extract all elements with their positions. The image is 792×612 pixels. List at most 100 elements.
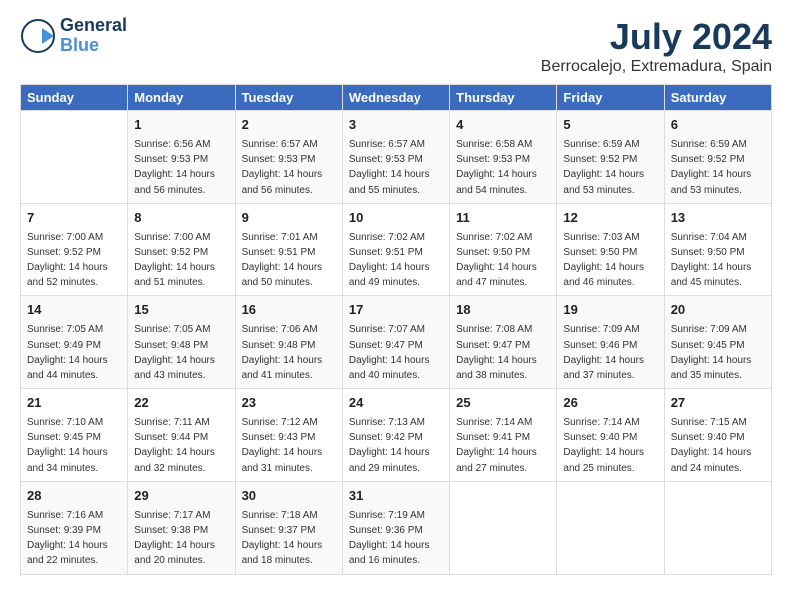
day-number: 10: [349, 209, 443, 228]
day-number: 16: [242, 301, 336, 320]
day-number: 18: [456, 301, 550, 320]
day-info: Sunrise: 6:59 AM Sunset: 9:52 PM Dayligh…: [563, 139, 644, 196]
day-number: 1: [134, 116, 228, 135]
day-info: Sunrise: 6:56 AM Sunset: 9:53 PM Dayligh…: [134, 139, 215, 196]
day-number: 22: [134, 394, 228, 413]
calendar-day-10: 10 Sunrise: 7:02 AM Sunset: 9:51 PM Dayli…: [342, 203, 449, 296]
day-info: Sunrise: 7:05 AM Sunset: 9:48 PM Dayligh…: [134, 324, 215, 381]
calendar-day-13: 13 Sunrise: 7:04 AM Sunset: 9:50 PM Dayli…: [664, 203, 771, 296]
weekday-monday: Monday: [128, 85, 235, 111]
day-info: Sunrise: 7:19 AM Sunset: 9:36 PM Dayligh…: [349, 510, 430, 567]
day-info: Sunrise: 7:07 AM Sunset: 9:47 PM Dayligh…: [349, 324, 430, 381]
calendar-day-24: 24 Sunrise: 7:13 AM Sunset: 9:42 PM Dayli…: [342, 389, 449, 482]
day-info: Sunrise: 7:16 AM Sunset: 9:39 PM Dayligh…: [27, 510, 108, 567]
calendar-week-row: 7Sunrise: 7:00 AM Sunset: 9:52 PM Daylig…: [21, 203, 772, 296]
day-info: Sunrise: 7:02 AM Sunset: 9:50 PM Dayligh…: [456, 232, 537, 289]
calendar-day-2: 2 Sunrise: 6:57 AM Sunset: 9:53 PM Daylig…: [235, 111, 342, 204]
day-number: 8: [134, 209, 228, 228]
calendar-day-empty: [664, 481, 771, 574]
calendar-body: 1 Sunrise: 6:56 AM Sunset: 9:53 PM Daylig…: [21, 111, 772, 575]
calendar-day-15: 15Sunrise: 7:05 AM Sunset: 9:48 PM Dayli…: [128, 296, 235, 389]
day-info: Sunrise: 7:12 AM Sunset: 9:43 PM Dayligh…: [242, 417, 323, 474]
calendar-day-11: 11 Sunrise: 7:02 AM Sunset: 9:50 PM Dayli…: [450, 203, 557, 296]
calendar-day-27: 27Sunrise: 7:15 AM Sunset: 9:40 PM Dayli…: [664, 389, 771, 482]
day-number: 11: [456, 209, 550, 228]
weekday-row: SundayMondayTuesdayWednesdayThursdayFrid…: [21, 85, 772, 111]
day-number: 5: [563, 116, 657, 135]
day-number: 24: [349, 394, 443, 413]
logo-text: General: [60, 16, 127, 36]
day-info: Sunrise: 7:13 AM Sunset: 9:42 PM Dayligh…: [349, 417, 430, 474]
calendar-day-29: 29Sunrise: 7:17 AM Sunset: 9:38 PM Dayli…: [128, 481, 235, 574]
day-number: 2: [242, 116, 336, 135]
calendar-day-25: 25Sunrise: 7:14 AM Sunset: 9:41 PM Dayli…: [450, 389, 557, 482]
day-number: 28: [27, 487, 121, 506]
day-number: 17: [349, 301, 443, 320]
logo: General Blue: [20, 16, 127, 56]
calendar-week-row: 28 Sunrise: 7:16 AM Sunset: 9:39 PM Dayli…: [21, 481, 772, 574]
calendar-day-6: 6Sunrise: 6:59 AM Sunset: 9:52 PM Daylig…: [664, 111, 771, 204]
calendar-header: SundayMondayTuesdayWednesdayThursdayFrid…: [21, 85, 772, 111]
weekday-saturday: Saturday: [664, 85, 771, 111]
day-info: Sunrise: 7:11 AM Sunset: 9:44 PM Dayligh…: [134, 417, 215, 474]
day-info: Sunrise: 7:00 AM Sunset: 9:52 PM Dayligh…: [27, 232, 108, 289]
day-info: Sunrise: 7:06 AM Sunset: 9:48 PM Dayligh…: [242, 324, 323, 381]
day-number: 21: [27, 394, 121, 413]
calendar-day-9: 9Sunrise: 7:01 AM Sunset: 9:51 PM Daylig…: [235, 203, 342, 296]
day-number: 13: [671, 209, 765, 228]
calendar-day-12: 12 Sunrise: 7:03 AM Sunset: 9:50 PM Dayli…: [557, 203, 664, 296]
weekday-wednesday: Wednesday: [342, 85, 449, 111]
calendar-day-26: 26 Sunrise: 7:14 AM Sunset: 9:40 PM Dayli…: [557, 389, 664, 482]
calendar-week-row: 14Sunrise: 7:05 AM Sunset: 9:49 PM Dayli…: [21, 296, 772, 389]
day-info: Sunrise: 7:03 AM Sunset: 9:50 PM Dayligh…: [563, 232, 644, 289]
day-info: Sunrise: 6:58 AM Sunset: 9:53 PM Dayligh…: [456, 139, 537, 196]
day-number: 23: [242, 394, 336, 413]
day-info: Sunrise: 7:15 AM Sunset: 9:40 PM Dayligh…: [671, 417, 752, 474]
day-info: Sunrise: 7:01 AM Sunset: 9:51 PM Dayligh…: [242, 232, 323, 289]
weekday-tuesday: Tuesday: [235, 85, 342, 111]
day-number: 19: [563, 301, 657, 320]
day-info: Sunrise: 7:04 AM Sunset: 9:50 PM Dayligh…: [671, 232, 752, 289]
day-number: 26: [563, 394, 657, 413]
day-number: 3: [349, 116, 443, 135]
location: Berrocalejo, Extremadura, Spain: [541, 58, 772, 76]
calendar-day-7: 7Sunrise: 7:00 AM Sunset: 9:52 PM Daylig…: [21, 203, 128, 296]
calendar-day-3: 3 Sunrise: 6:57 AM Sunset: 9:53 PM Daylig…: [342, 111, 449, 204]
day-info: Sunrise: 7:02 AM Sunset: 9:51 PM Dayligh…: [349, 232, 430, 289]
calendar-day-8: 8Sunrise: 7:00 AM Sunset: 9:52 PM Daylig…: [128, 203, 235, 296]
page-container: General Blue July 2024 Berrocalejo, Extr…: [0, 0, 792, 585]
calendar-day-1: 1 Sunrise: 6:56 AM Sunset: 9:53 PM Daylig…: [128, 111, 235, 204]
calendar-day-19: 19Sunrise: 7:09 AM Sunset: 9:46 PM Dayli…: [557, 296, 664, 389]
calendar-day-empty: [21, 111, 128, 204]
calendar-day-14: 14Sunrise: 7:05 AM Sunset: 9:49 PM Dayli…: [21, 296, 128, 389]
day-info: Sunrise: 7:18 AM Sunset: 9:37 PM Dayligh…: [242, 510, 323, 567]
calendar-day-4: 4 Sunrise: 6:58 AM Sunset: 9:53 PM Daylig…: [450, 111, 557, 204]
calendar-week-row: 1 Sunrise: 6:56 AM Sunset: 9:53 PM Daylig…: [21, 111, 772, 204]
day-number: 12: [563, 209, 657, 228]
day-number: 29: [134, 487, 228, 506]
month-title: July 2024: [541, 16, 772, 58]
logo-icon: [20, 18, 56, 54]
calendar-week-row: 21 Sunrise: 7:10 AM Sunset: 9:45 PM Dayli…: [21, 389, 772, 482]
logo-blue-text: Blue: [60, 36, 127, 56]
weekday-thursday: Thursday: [450, 85, 557, 111]
calendar-day-28: 28 Sunrise: 7:16 AM Sunset: 9:39 PM Dayli…: [21, 481, 128, 574]
day-info: Sunrise: 6:59 AM Sunset: 9:52 PM Dayligh…: [671, 139, 752, 196]
day-info: Sunrise: 7:14 AM Sunset: 9:40 PM Dayligh…: [563, 417, 644, 474]
calendar-day-23: 23 Sunrise: 7:12 AM Sunset: 9:43 PM Dayli…: [235, 389, 342, 482]
day-info: Sunrise: 7:14 AM Sunset: 9:41 PM Dayligh…: [456, 417, 537, 474]
day-info: Sunrise: 6:57 AM Sunset: 9:53 PM Dayligh…: [242, 139, 323, 196]
day-number: 31: [349, 487, 443, 506]
title-area: July 2024 Berrocalejo, Extremadura, Spai…: [541, 16, 772, 76]
day-number: 4: [456, 116, 550, 135]
day-info: Sunrise: 7:10 AM Sunset: 9:45 PM Dayligh…: [27, 417, 108, 474]
calendar-day-20: 20Sunrise: 7:09 AM Sunset: 9:45 PM Dayli…: [664, 296, 771, 389]
weekday-sunday: Sunday: [21, 85, 128, 111]
page-header: General Blue July 2024 Berrocalejo, Extr…: [20, 16, 772, 76]
calendar-day-30: 30Sunrise: 7:18 AM Sunset: 9:37 PM Dayli…: [235, 481, 342, 574]
calendar-day-18: 18Sunrise: 7:08 AM Sunset: 9:47 PM Dayli…: [450, 296, 557, 389]
calendar-day-empty: [557, 481, 664, 574]
day-info: Sunrise: 6:57 AM Sunset: 9:53 PM Dayligh…: [349, 139, 430, 196]
day-number: 14: [27, 301, 121, 320]
weekday-friday: Friday: [557, 85, 664, 111]
